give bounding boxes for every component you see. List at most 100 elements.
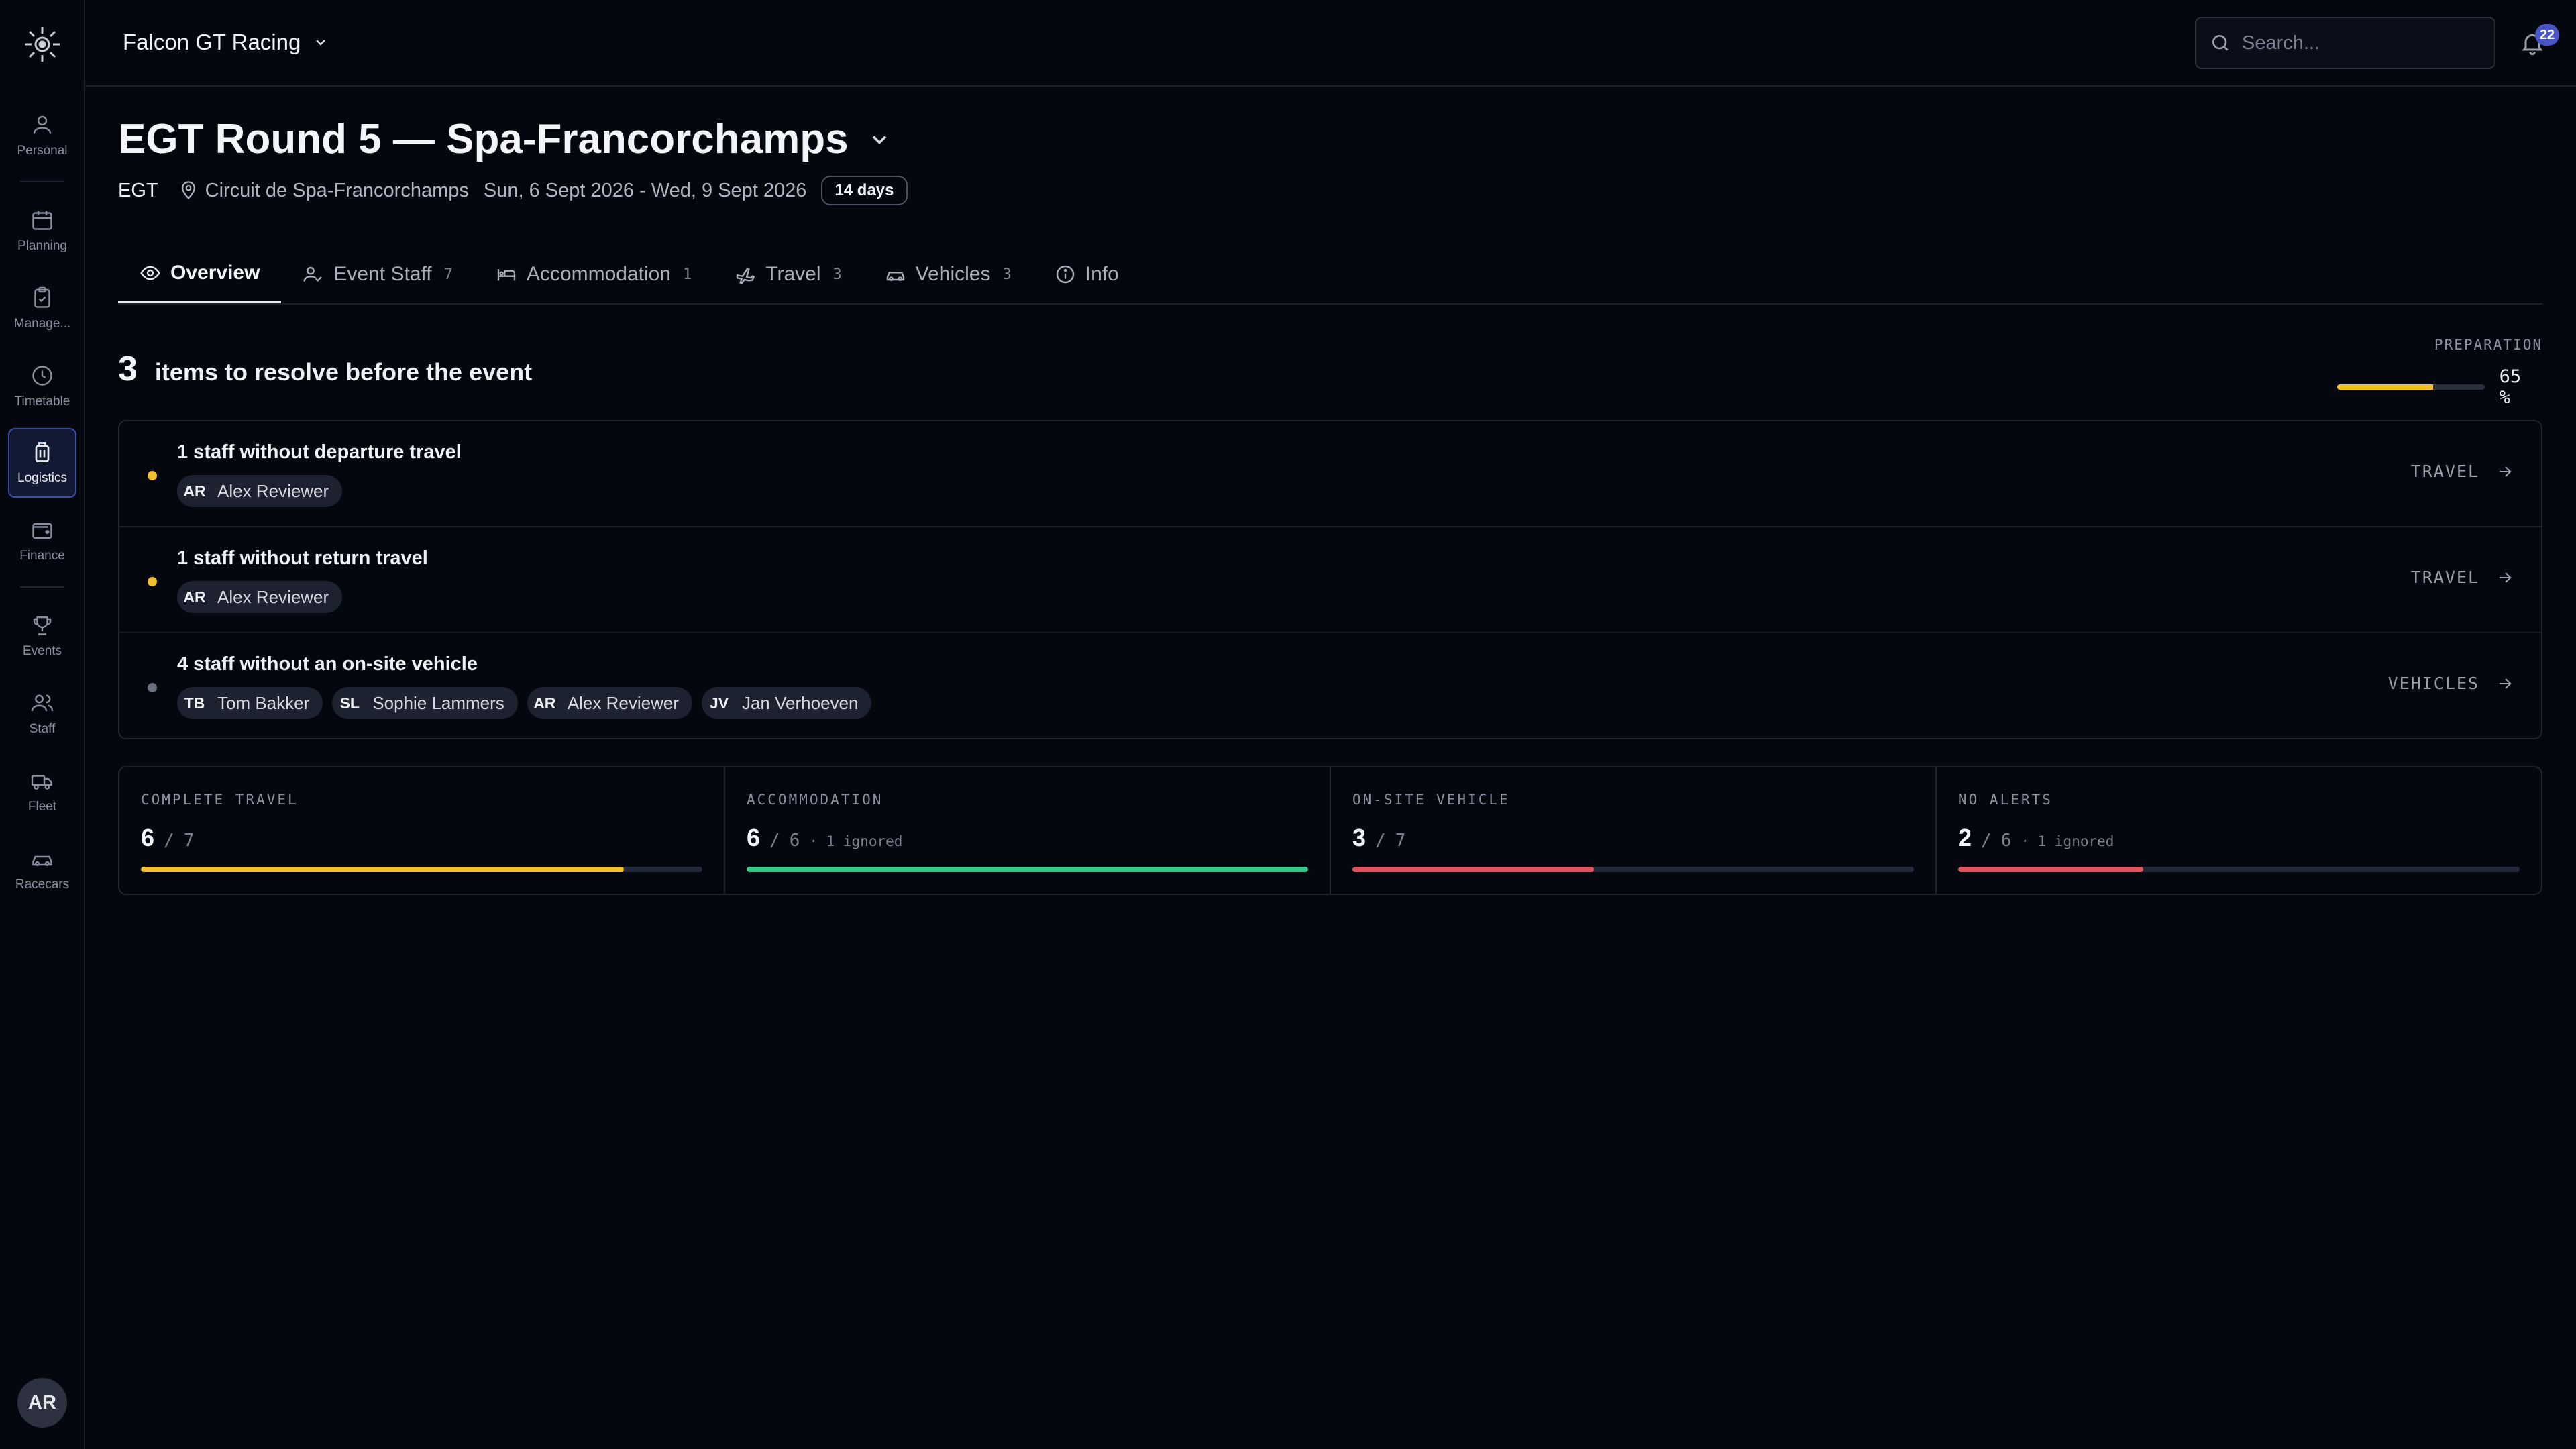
metric-bar: [1958, 867, 2520, 872]
staff-chip[interactable]: AR Alex Reviewer: [527, 687, 692, 719]
sidebar-item-label: Events: [22, 644, 62, 658]
user-icon: [33, 115, 52, 134]
event-meta: EGT Circuit de Spa-Francorchamps Sun, 6 …: [118, 176, 908, 205]
event-title-row[interactable]: EGT Round 5 — Spa-Francorchamps: [118, 115, 892, 163]
chevron-down-icon: [872, 135, 886, 144]
event-location: Circuit de Spa-Francorchamps: [178, 180, 469, 202]
sidebar-item-timetable[interactable]: Timetable: [8, 352, 76, 421]
sidebar-item-label: Fleet: [28, 800, 57, 814]
staff-chip[interactable]: AR Alex Reviewer: [177, 475, 343, 507]
metric-total: 6: [789, 830, 800, 851]
event-duration-badge: 14 days: [821, 176, 908, 205]
arrow-right-icon: [2499, 678, 2512, 689]
issue-link-label: VEHICLES: [2387, 674, 2479, 693]
org-switcher[interactable]: Falcon GT Racing: [123, 30, 329, 55]
metric-bar-fill: [1958, 867, 2144, 872]
metric-label: NO ALERTS: [1958, 792, 2053, 808]
resolve-summary: 3 items to resolve before the event: [118, 349, 532, 389]
sidebar-item-staff[interactable]: Staff: [8, 679, 76, 749]
staff-chip[interactable]: AR Alex Reviewer: [177, 581, 343, 613]
staff-chip[interactable]: SL Sophie Lammers: [332, 687, 518, 719]
metric-total: 7: [183, 830, 195, 851]
app-logo-icon[interactable]: [20, 25, 64, 63]
notification-count-badge: 22: [2535, 24, 2559, 46]
preparation-label: PREPARATION: [2434, 337, 2542, 353]
map-pin-icon: [181, 181, 195, 199]
tab-event-staff[interactable]: Event Staff 7: [281, 246, 474, 303]
avatar[interactable]: AR: [17, 1378, 67, 1428]
metric-label: COMPLETE TRAVEL: [141, 792, 299, 808]
sidebar-item-events[interactable]: Events: [8, 601, 76, 671]
tab-count: 1: [683, 266, 692, 283]
sidebar-item-label: Manage...: [13, 317, 71, 331]
sidebar-item-label: Racecars: [15, 877, 70, 892]
sidebar-item-label: Planning: [17, 239, 67, 253]
notifications-button[interactable]: 22: [2519, 24, 2559, 59]
search-box[interactable]: [2195, 17, 2496, 69]
issue-row[interactable]: 4 staff without an on-site vehicle TB To…: [119, 633, 2541, 739]
sidebar-item-finance[interactable]: Finance: [8, 506, 76, 576]
issue-link-travel[interactable]: TRAVEL: [2411, 462, 2514, 481]
preparation-bar-fill: [2337, 384, 2433, 390]
user-check-icon: [303, 266, 323, 282]
tab-travel[interactable]: Travel 3: [713, 246, 863, 303]
issue-row[interactable]: 1 staff without return travel AR Alex Re…: [119, 527, 2541, 633]
issue-title: 1 staff without departure travel: [177, 441, 462, 463]
issue-link-vehicles[interactable]: VEHICLES: [2388, 674, 2514, 693]
metric-slash: /: [769, 830, 780, 851]
issue-row[interactable]: 1 staff without departure travel AR Alex…: [119, 421, 2541, 527]
event-tabs: Overview Event Staff 7 Accommodation 1 T…: [118, 246, 2542, 305]
page-title: EGT Round 5 — Spa-Francorchamps: [118, 116, 849, 162]
luggage-icon: [35, 442, 50, 462]
metric-on-site-vehicle: ON-SITE VEHICLE 3 / 7: [1331, 767, 1937, 894]
staff-initials: AR: [183, 482, 206, 500]
tab-info[interactable]: Info: [1033, 246, 1140, 303]
metric-ignored: · 1 ignored: [2021, 833, 2114, 849]
tab-count: 3: [1002, 266, 1012, 283]
event-location-text: Circuit de Spa-Francorchamps: [205, 179, 469, 201]
tab-label: Overview: [170, 262, 260, 284]
metric-value: 3: [1352, 824, 1366, 851]
info-icon: [1056, 265, 1074, 284]
sidebar-item-fleet[interactable]: Fleet: [8, 757, 76, 826]
car-icon: [32, 855, 52, 867]
staff-chip[interactable]: TB Tom Bakker: [177, 687, 323, 719]
metric-ignored: · 1 ignored: [809, 833, 903, 849]
sidebar-item-logistics[interactable]: Logistics: [8, 428, 76, 498]
staff-initials: TB: [184, 694, 205, 712]
metric-slash: /: [1375, 830, 1386, 851]
tab-overview[interactable]: Overview: [118, 246, 282, 303]
sidebar: Personal Planning Manage... Timetable Lo…: [0, 0, 85, 1449]
tab-vehicles[interactable]: Vehicles 3: [863, 246, 1033, 303]
clock-icon: [32, 366, 52, 386]
wallet-icon: [32, 523, 52, 539]
calendar-icon: [32, 211, 52, 230]
sidebar-item-racecars[interactable]: Racecars: [8, 835, 76, 904]
sidebar-divider: [20, 181, 64, 182]
staff-chip[interactable]: JV Jan Verhoeven: [701, 687, 872, 719]
search-input[interactable]: [2242, 32, 2483, 54]
sidebar-item-planning[interactable]: Planning: [8, 196, 76, 266]
metric-no-alerts: NO ALERTS 2 / 6 · 1 ignored: [1937, 767, 2541, 894]
sidebar-item-label: Logistics: [17, 471, 67, 485]
metric-complete-travel: COMPLETE TRAVEL 6 / 7: [119, 767, 725, 894]
top-bar: Falcon GT Racing 22: [85, 0, 2576, 87]
metric-total: 6: [2000, 830, 2012, 851]
staff-name: Sophie Lammers: [372, 692, 504, 713]
eye-icon: [140, 266, 160, 280]
sidebar-item-management[interactable]: Manage...: [8, 274, 76, 343]
metric-value: 2: [1958, 824, 1972, 851]
tab-accommodation[interactable]: Accommodation 1: [474, 246, 713, 303]
sidebar-item-label: Timetable: [14, 394, 70, 409]
metric-label: ON-SITE VEHICLE: [1352, 792, 1510, 808]
tab-count: 7: [443, 266, 453, 283]
staff-initials: AR: [533, 694, 556, 712]
issue-link-label: TRAVEL: [2410, 568, 2479, 587]
org-name: Falcon GT Racing: [123, 30, 301, 54]
sidebar-item-personal[interactable]: Personal: [8, 101, 76, 170]
status-dot: [148, 577, 157, 586]
tab-label: Travel: [765, 263, 821, 285]
issue-link-travel[interactable]: TRAVEL: [2411, 568, 2514, 587]
resolve-count: 3: [118, 350, 138, 388]
metric-bar-fill: [141, 867, 624, 872]
